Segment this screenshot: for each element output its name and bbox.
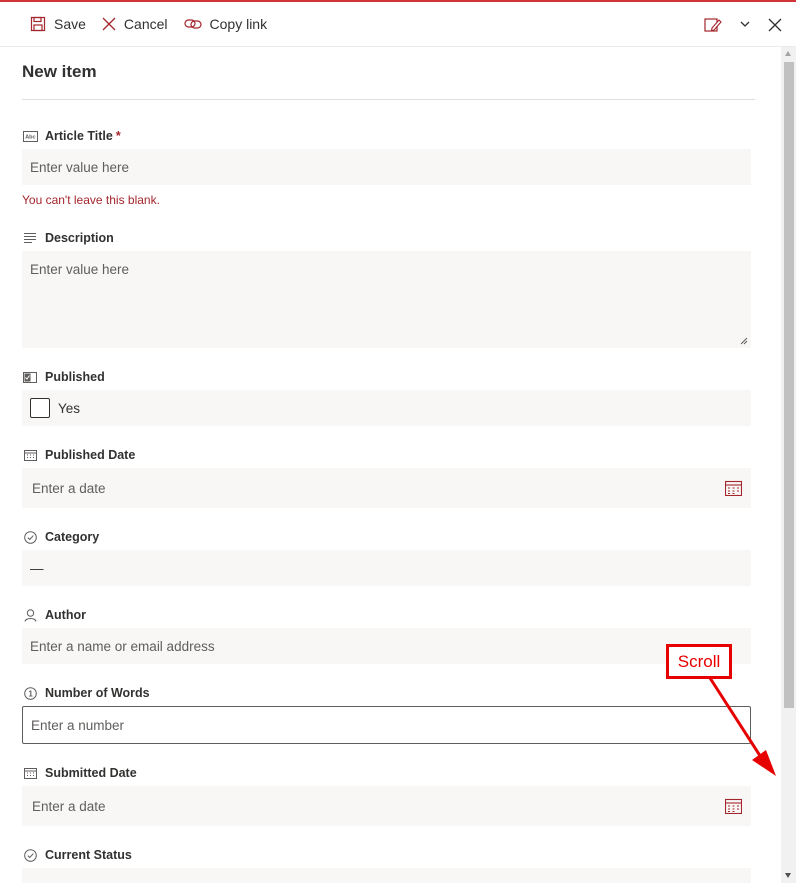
author-people-picker[interactable]: Enter a name or email address (22, 628, 751, 664)
choice-icon (22, 530, 38, 544)
article-title-input[interactable]: Enter value here (22, 149, 751, 185)
description-textarea[interactable]: Enter value here (22, 251, 751, 348)
page-title: New item (22, 62, 97, 81)
save-label: Save (54, 16, 86, 32)
published-date-label: Published Date (22, 448, 135, 462)
text-field-icon: Abc (22, 129, 38, 143)
published-checkbox-label: Yes (58, 400, 81, 416)
scroll-up-icon[interactable] (785, 51, 791, 56)
svg-text:Abc: Abc (25, 134, 35, 140)
close-button[interactable] (768, 18, 782, 32)
save-icon (30, 16, 46, 32)
number-icon: 1 (22, 686, 38, 700)
svg-text:1: 1 (28, 689, 33, 698)
date-picker-icon[interactable] (725, 480, 742, 496)
scroll-down-icon[interactable] (785, 873, 791, 878)
category-dropdown[interactable]: — (22, 550, 751, 586)
article-title-label: Abc Article Title * (22, 129, 121, 143)
article-title-error: You can't leave this blank. (22, 193, 160, 207)
copy-link-icon (183, 19, 202, 29)
description-icon (22, 231, 38, 245)
date-picker-icon[interactable] (725, 798, 742, 814)
submitted-date-input[interactable]: Enter a date (22, 786, 751, 826)
choice-icon (22, 848, 38, 862)
command-bar: Save Cancel Copy link (0, 2, 796, 47)
vertical-scrollbar[interactable] (781, 47, 796, 883)
description-label: Description (22, 231, 114, 245)
number-of-words-label: 1 Number of Words (22, 686, 150, 700)
current-status-label: Current Status (22, 848, 132, 862)
chevron-down-button[interactable] (740, 21, 750, 28)
title-divider (22, 99, 755, 100)
number-of-words-input[interactable]: Enter a number (22, 706, 751, 744)
published-date-input[interactable]: Enter a date (22, 468, 751, 508)
form-pane: New item Abc Article Title * Enter value… (0, 47, 781, 883)
cancel-label: Cancel (123, 16, 168, 32)
published-label: Published (22, 370, 105, 384)
calendar-icon (22, 766, 38, 780)
person-icon (22, 608, 38, 622)
copy-link-button[interactable]: Copy link (183, 16, 268, 32)
published-checkbox[interactable] (30, 398, 50, 418)
submitted-date-label: Submitted Date (22, 766, 137, 780)
edit-form-button[interactable] (704, 17, 722, 33)
chevron-down-icon (740, 21, 750, 27)
close-icon (768, 18, 782, 31)
copy-link-label: Copy link (209, 16, 268, 32)
category-label: Category (22, 530, 99, 544)
calendar-icon (22, 448, 38, 462)
scrollbar-thumb[interactable] (784, 62, 794, 708)
published-field: Yes (22, 390, 751, 426)
resize-handle-icon[interactable] (740, 337, 748, 345)
annotation-arrow-icon (708, 677, 776, 776)
edit-form-icon (704, 17, 722, 32)
cancel-icon (102, 17, 116, 31)
current-status-dropdown[interactable] (22, 868, 751, 883)
boolean-icon (22, 370, 38, 384)
scroll-annotation: Scroll (666, 644, 732, 679)
save-button[interactable]: Save (30, 16, 86, 32)
author-label: Author (22, 608, 86, 622)
cancel-button[interactable]: Cancel (102, 16, 168, 32)
